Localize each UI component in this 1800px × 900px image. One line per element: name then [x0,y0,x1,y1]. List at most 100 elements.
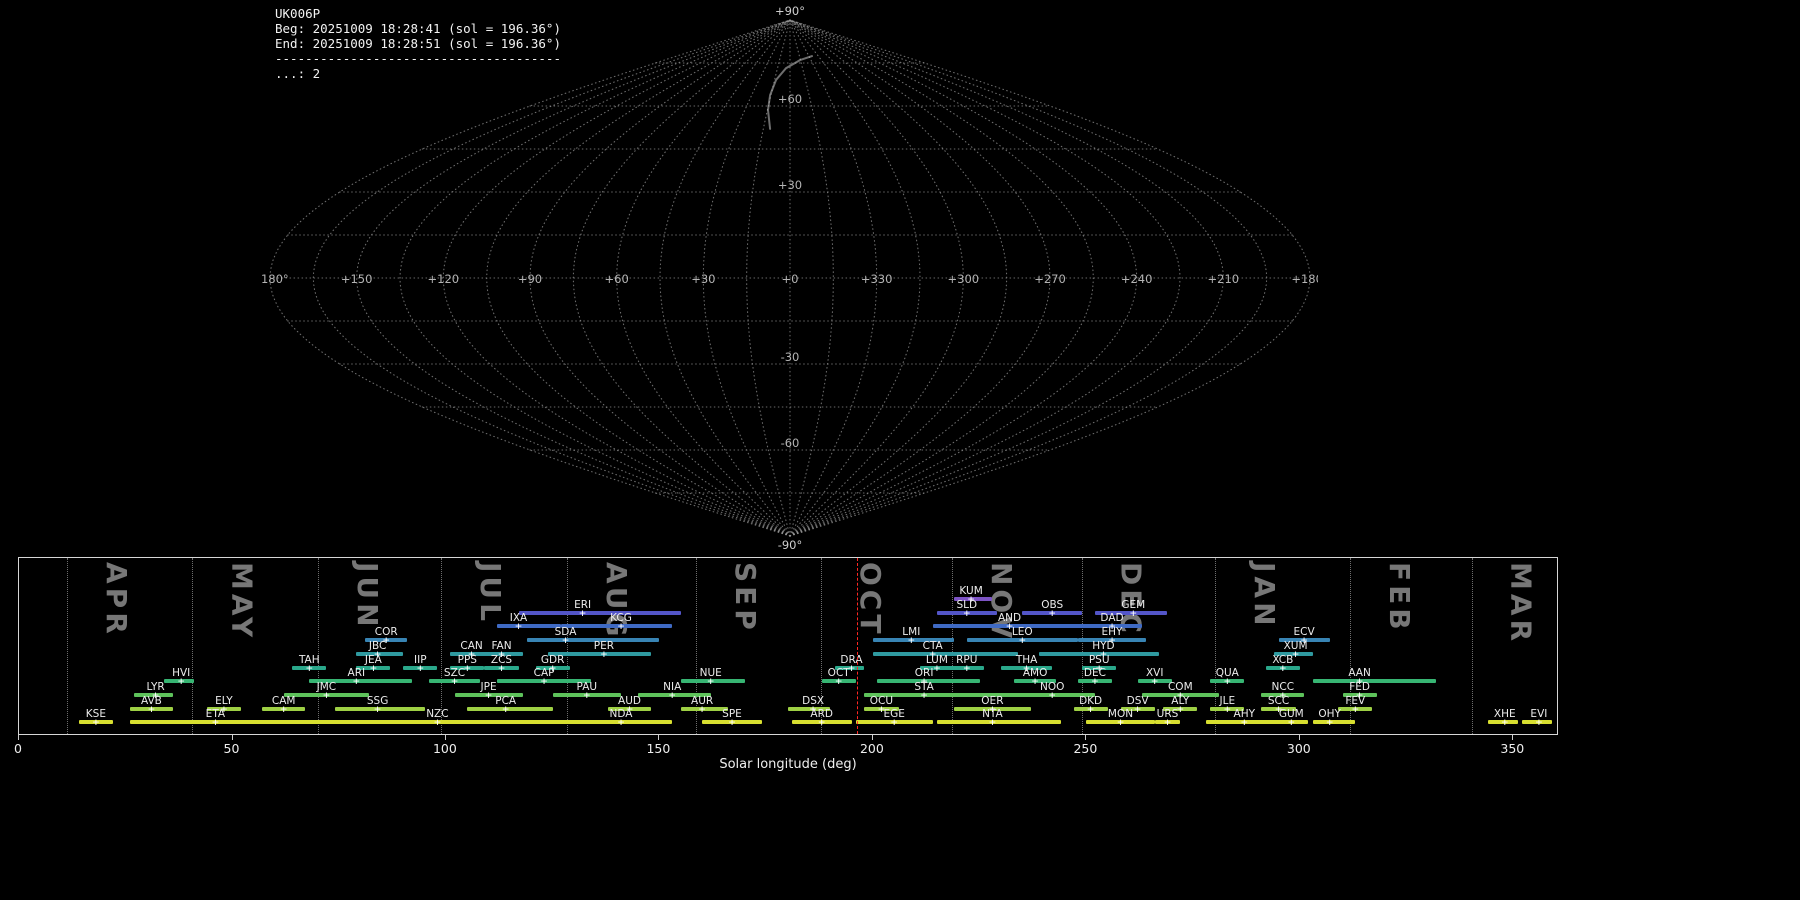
shower-label-per: PER [593,639,615,652]
x-tick [871,735,873,740]
shower-label-aud: AUD [618,694,641,707]
shower-label-noo: NOO [1039,680,1065,693]
month-gridline [192,558,194,734]
shower-bar-eri [518,610,681,615]
shower-label-pau: PAU [576,680,598,693]
shower-label-dsx: DSX [802,694,825,707]
month-label-jun: JUN [350,562,384,631]
sky-map: +180° +150 +120 +90 +60 +30 +0 +330 +300 +270 +240… [262,4,1318,552]
x-tick [1298,735,1300,740]
shower-label-pca: PCA [495,694,517,707]
shower-label-nda: NDA [609,708,633,721]
x-tick-label: 0 [14,741,22,756]
shower-bar-nta [936,720,1061,725]
shower-label-tha: THA [1015,653,1038,666]
sky-lon-label: +180° [1291,272,1318,286]
month-gridline [67,558,69,734]
shower-label-pps: PPS [457,653,477,666]
x-tick-label: 150 [646,741,671,756]
sky-lon-label: +330 [861,272,893,286]
shower-label-dra: DRA [840,653,863,666]
sky-lat-label: +60 [778,92,802,106]
shower-label-jmc: JMC [316,680,337,693]
shower-bar-kcg [561,624,673,629]
sky-lon-label: +300 [948,272,980,286]
sky-lon-label: +210 [1208,272,1240,286]
shower-bar-nda [527,720,673,725]
shower-label-gum: GUM [1278,708,1304,721]
shower-label-nue: NUE [699,667,722,680]
month-label-oct: OCT [853,562,887,638]
shower-bar-ixa [497,624,562,629]
shower-label-cor: COR [374,626,398,639]
shower-label-avb: AVB [140,694,162,707]
shower-label-ege: EGE [883,708,905,721]
shower-label-ard: ARD [810,708,833,721]
shower-label-dkd: DKD [1079,694,1103,707]
shower-label-ssg: SSG [366,694,389,707]
month-label-apr: APR [100,562,134,638]
sky-lat-label: +30 [778,178,802,192]
x-tick [1512,735,1514,740]
shower-label-spe: SPE [722,708,742,721]
shower-label-nia: NIA [663,680,682,693]
shower-label-tah: TAH [298,653,320,666]
shower-label-oct: OCT [827,667,850,680]
shower-label-zcs: ZCS [490,653,513,666]
x-tick-label: 350 [1500,741,1525,756]
shower-label-eri: ERI [574,598,592,611]
shower-label-psu: PSU [1088,653,1110,666]
month-gridline [1471,558,1473,734]
shower-label-ncc: NCC [1271,680,1295,693]
shower-label-amo: AMO [1022,667,1048,680]
x-tick [1085,735,1087,740]
shower-label-ecv: ECV [1293,626,1315,639]
x-tick-label: 300 [1286,741,1311,756]
shower-bar-aan [1312,679,1437,684]
shower-label-cam: CAM [271,694,296,707]
x-tick-label: 200 [859,741,884,756]
shower-label-jpe: JPE [480,680,497,693]
activity-timeline-panel: APR MAY JUN JUL AUG SEP OCT NOV DEC JAN FEB MAR + KUM… [18,557,1558,735]
x-tick [658,735,660,740]
shower-label-ixa: IXA [509,612,528,625]
x-tick [231,735,233,740]
shower-label-ehy: EHY [1101,626,1123,639]
shower-label-lyr: LYR [146,680,165,693]
shower-label-xum: XUM [1283,639,1308,652]
shower-label-fan: FAN [491,639,512,652]
shower-label-rpu: RPU [956,653,978,666]
shower-label-sld: SLD [956,598,978,611]
shower-label-dec: DEC [1083,667,1106,680]
shower-label-lum: LUM [925,653,948,666]
sky-lon-label: +150 [341,272,373,286]
shower-label-ahy: AHY [1233,708,1256,721]
shower-label-xvi: XVI [1145,667,1164,680]
shower-label-dsv: DSV [1126,694,1149,707]
sky-lon-label: +60 [605,272,629,286]
shower-label-xcb: XCB [1272,653,1294,666]
shower-label-fed: FED [1349,680,1370,693]
shower-label-nta: NTA [982,708,1003,721]
month-label-feb: FEB [1383,562,1417,634]
shower-label-hyd: HYD [1092,639,1115,652]
shower-label-fev: FEV [1345,694,1366,707]
shower-label-obs: OBS [1041,598,1064,611]
shower-label-oer: OER [981,694,1004,707]
sky-lon-label: +240 [1121,272,1153,286]
month-label-mar: MAR [1504,562,1538,646]
x-tick-label: 100 [432,741,457,756]
shower-label-sta: STA [914,680,934,693]
shower-bar-eta [130,720,340,725]
shower-label-hvi: HVI [172,667,191,680]
shower-bar-ohy [1312,720,1356,725]
shower-label-and: AND [997,612,1022,625]
x-tick [18,735,19,740]
shower-label-evi: EVI [1530,708,1548,721]
shower-label-aan: AAN [1348,667,1371,680]
shower-label-can: CAN [460,639,483,652]
shower-label-gem: GEM [1121,598,1146,611]
shower-label-aur: AUR [691,694,714,707]
month-label-may: MAY [225,562,259,642]
shower-label-ohy: OHY [1318,708,1341,721]
